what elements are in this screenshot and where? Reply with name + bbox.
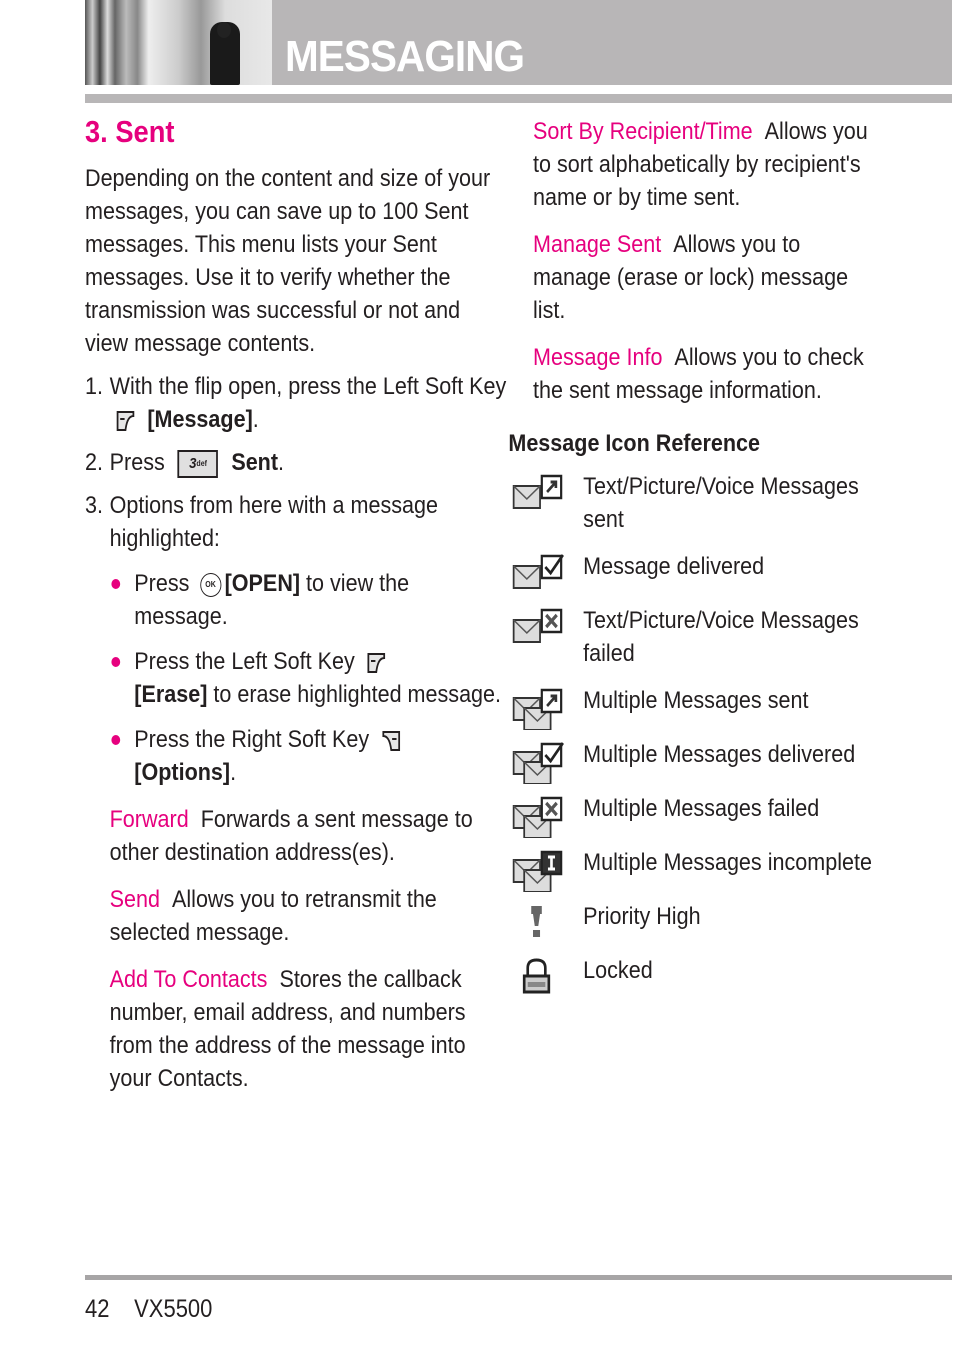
icon-reference-label: Text/Picture/Voice Messages sent xyxy=(583,473,859,533)
option-forward: Forward Forwards a sent message to other… xyxy=(109,806,473,866)
option-manage-sent: Manage Sent Allows you to manage (erase … xyxy=(533,231,849,324)
icon-reference-item: Multiple Messages delivered xyxy=(512,738,876,785)
model-name: VX5500 xyxy=(134,1295,213,1323)
page-header: MESSAGING xyxy=(85,0,952,85)
left-column: 3. Sent Depending on the content and siz… xyxy=(85,112,507,1095)
header-divider xyxy=(85,94,952,103)
icon-reference-label: Multiple Messages failed xyxy=(583,795,820,822)
icon-reference-label: Message delivered xyxy=(583,553,765,580)
ok-key-icon: OK xyxy=(199,572,222,597)
page-footer: 42 VX5500 xyxy=(85,1295,237,1324)
multiple-delivered-icon xyxy=(510,740,566,785)
option-send: Send Allows you to retransmit the select… xyxy=(109,886,437,946)
icon-reference-label: Multiple Messages sent xyxy=(583,687,809,714)
option-add-to-contacts: Add To Contacts Stores the callback numb… xyxy=(109,966,466,1092)
page-number: 42 xyxy=(85,1295,110,1323)
icon-reference-item: Multiple Messages failed xyxy=(512,792,876,839)
bullet-erase: Press the Left Soft Key [Erase] to erase… xyxy=(85,645,507,711)
icon-reference-label: Locked xyxy=(583,957,653,984)
icon-reference-item: Locked xyxy=(522,954,876,994)
icon-reference-item: Multiple Messages incomplete xyxy=(512,846,876,893)
multiple-sent-icon xyxy=(510,686,566,731)
step-3: 3. Options from here with a message high… xyxy=(85,492,438,552)
bullet-icon xyxy=(111,657,121,667)
icon-reference-title: Message Icon Reference xyxy=(508,430,761,457)
icon-reference-item: Multiple Messages sent xyxy=(512,684,876,731)
icon-reference-list: Text/Picture/Voice Messages sent Message … xyxy=(512,470,876,994)
right-column: Sort By Recipient/Time Allows you to sor… xyxy=(508,115,953,994)
right-soft-key-icon xyxy=(380,729,401,753)
icon-reference-label: Priority High xyxy=(583,903,701,930)
section-title: 3. Sent xyxy=(85,114,175,149)
option-sort: Sort By Recipient/Time Allows you to sor… xyxy=(533,118,868,211)
header-photo xyxy=(85,0,272,85)
bullet-icon xyxy=(111,735,121,745)
multiple-failed-icon xyxy=(510,794,566,839)
step-1: 1. With the flip open, press the Left So… xyxy=(85,373,507,433)
icon-reference-label: Multiple Messages incomplete xyxy=(583,849,872,876)
footer-divider xyxy=(85,1275,952,1280)
multiple-incomplete-icon xyxy=(510,848,566,893)
icon-reference-label: Text/Picture/Voice Messages failed xyxy=(583,607,859,667)
message-failed-icon xyxy=(510,606,566,650)
icon-reference-label: Multiple Messages delivered xyxy=(583,741,856,768)
3-def-key-icon: 3def xyxy=(177,449,219,478)
intro-paragraph: Depending on the content and size of you… xyxy=(85,165,491,357)
left-soft-key-icon xyxy=(115,409,136,433)
priority-high-icon xyxy=(510,902,566,946)
icon-reference-item: Text/Picture/Voice Messages failed xyxy=(512,604,876,670)
message-delivered-icon xyxy=(510,552,566,596)
header-title: MESSAGING xyxy=(285,32,525,81)
message-sent-icon xyxy=(510,472,566,516)
step-2: 2. Press 3def Sent. xyxy=(85,449,285,478)
icon-reference-item: Text/Picture/Voice Messages sent xyxy=(512,470,876,536)
locked-icon xyxy=(510,956,566,1000)
icon-reference-item: Priority High xyxy=(531,900,876,940)
bullet-options: Press the Right Soft Key [Options]. xyxy=(85,723,507,789)
left-soft-key-icon xyxy=(366,651,387,675)
option-message-info: Message Info Allows you to check the sen… xyxy=(533,344,864,404)
bullet-open: Press OK [OPEN] to view the message. xyxy=(85,567,507,633)
icon-reference-item: Message delivered xyxy=(512,550,876,590)
bullet-icon xyxy=(111,579,121,589)
